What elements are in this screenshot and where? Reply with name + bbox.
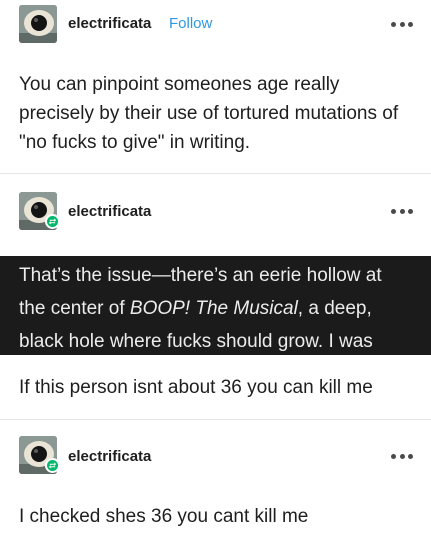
quote-line: black hole where fucks should grow. I wa… [19,331,373,352]
more-horizontal-icon[interactable] [391,452,413,460]
divider [0,419,431,420]
post-header-2: electrificata [0,190,431,234]
avatar[interactable] [19,5,57,43]
quote-line-text: the center of [19,298,130,319]
username[interactable]: electrificata [68,448,151,465]
username[interactable]: electrificata [68,15,151,32]
post-header-3: electrificata [0,436,431,480]
more-horizontal-icon[interactable] [391,207,413,215]
reblog-icon [45,214,60,229]
avatar-image [19,5,57,43]
reblog-icon [45,458,60,473]
quote-line: That’s the issue—there’s an eerie hollow… [19,265,382,286]
quoted-text-image: That’s the issue—there’s an eerie hollow… [0,256,431,355]
quote-line-text: , a deep, [297,298,372,319]
post-body-text: I checked shes 36 you cant kill me [19,506,309,527]
follow-button[interactable]: Follow [169,15,212,32]
post-header-1: electrificata Follow [0,0,431,44]
post-body-text: You can pinpoint someones age really pre… [19,74,399,153]
post-body-text: If this person isnt about 36 you can kil… [19,377,373,398]
quote-line: the center of BOOP! The Musical, a deep, [19,292,412,325]
username[interactable]: electrificata [68,203,151,220]
more-horizontal-icon[interactable] [391,20,413,28]
quote-line-italic: BOOP! The Musical [129,298,298,319]
divider [0,173,431,174]
